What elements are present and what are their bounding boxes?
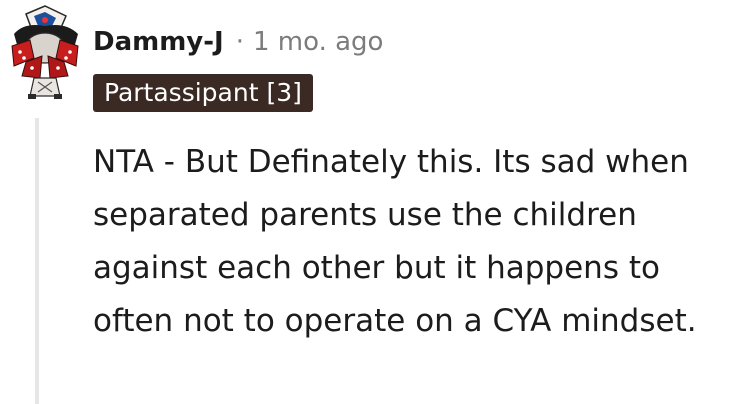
snoo-avatar-icon: [11, 5, 79, 99]
comment-timestamp[interactable]: 1 mo. ago: [253, 27, 383, 57]
comment-header: Dammy-J · 1 mo. ago: [93, 22, 383, 62]
thread-line[interactable]: [35, 118, 39, 404]
comment-body: NTA - But Definately this. Its sad when …: [93, 144, 697, 339]
user-avatar[interactable]: [4, 4, 86, 102]
user-flair-badge: Partassipant [3]: [93, 74, 313, 112]
meta-separator: ·: [235, 27, 244, 57]
comment: Dammy-J · 1 mo. ago Partassipant [3] NTA…: [0, 0, 751, 404]
username-link[interactable]: Dammy-J: [93, 27, 224, 57]
